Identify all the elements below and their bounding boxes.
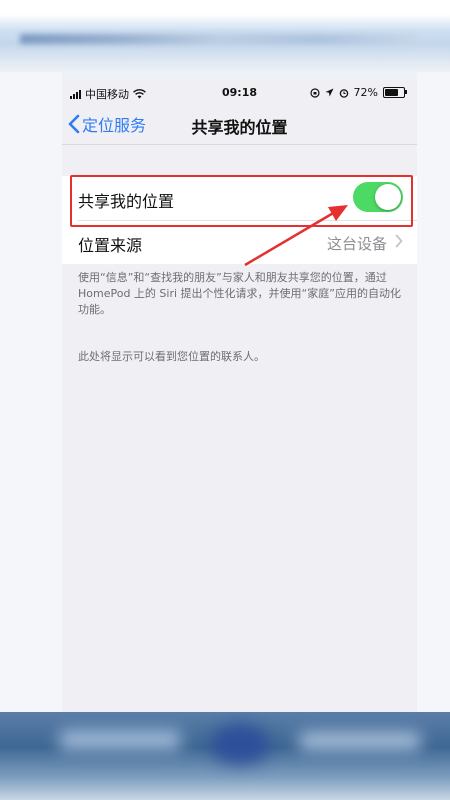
navigation-bar: 定位服务 共享我的位置	[62, 104, 417, 144]
status-right: 72%	[309, 86, 407, 99]
location-source-row[interactable]: 位置来源 这台设备	[62, 220, 417, 264]
chevron-right-icon	[395, 234, 403, 248]
share-location-toggle[interactable]	[353, 182, 403, 212]
alarm-icon	[339, 88, 348, 98]
settings-group: 共享我的位置 位置来源 这台设备	[62, 176, 417, 264]
battery-icon	[383, 87, 407, 98]
status-bar: 中国移动 09:18 72%	[62, 80, 417, 104]
share-location-row: 共享我的位置	[62, 176, 417, 220]
toggle-knob	[375, 184, 401, 210]
contacts-note: 此处将显示可以看到您位置的联系人。	[78, 350, 265, 363]
feature-description: 使用“信息”和“查找我的朋友”与家人和朋友共享您的位置，通过 HomePod 上…	[78, 271, 401, 316]
blurred-bar-left	[60, 730, 180, 750]
rotation-lock-icon	[309, 87, 320, 98]
blurred-icon	[210, 724, 270, 764]
location-source-label: 位置来源	[78, 236, 143, 255]
background-left	[0, 72, 62, 712]
battery-percent: 72%	[353, 86, 378, 99]
location-arrow-icon	[325, 88, 334, 97]
nav-divider	[62, 144, 417, 145]
phone-screen: 中国移动 09:18 72% 定位服务 共享我的位置 共享我的位置 位置来源 这…	[62, 80, 417, 712]
blurred-bar-right	[300, 732, 420, 750]
blurred-window-header	[0, 0, 450, 72]
blurred-taskbar	[0, 712, 450, 800]
background-right	[417, 72, 450, 712]
location-source-value: 这台设备	[326, 235, 387, 253]
share-location-label: 共享我的位置	[78, 192, 175, 211]
page-title: 共享我的位置	[191, 118, 288, 137]
blurred-title-bar	[20, 34, 420, 44]
